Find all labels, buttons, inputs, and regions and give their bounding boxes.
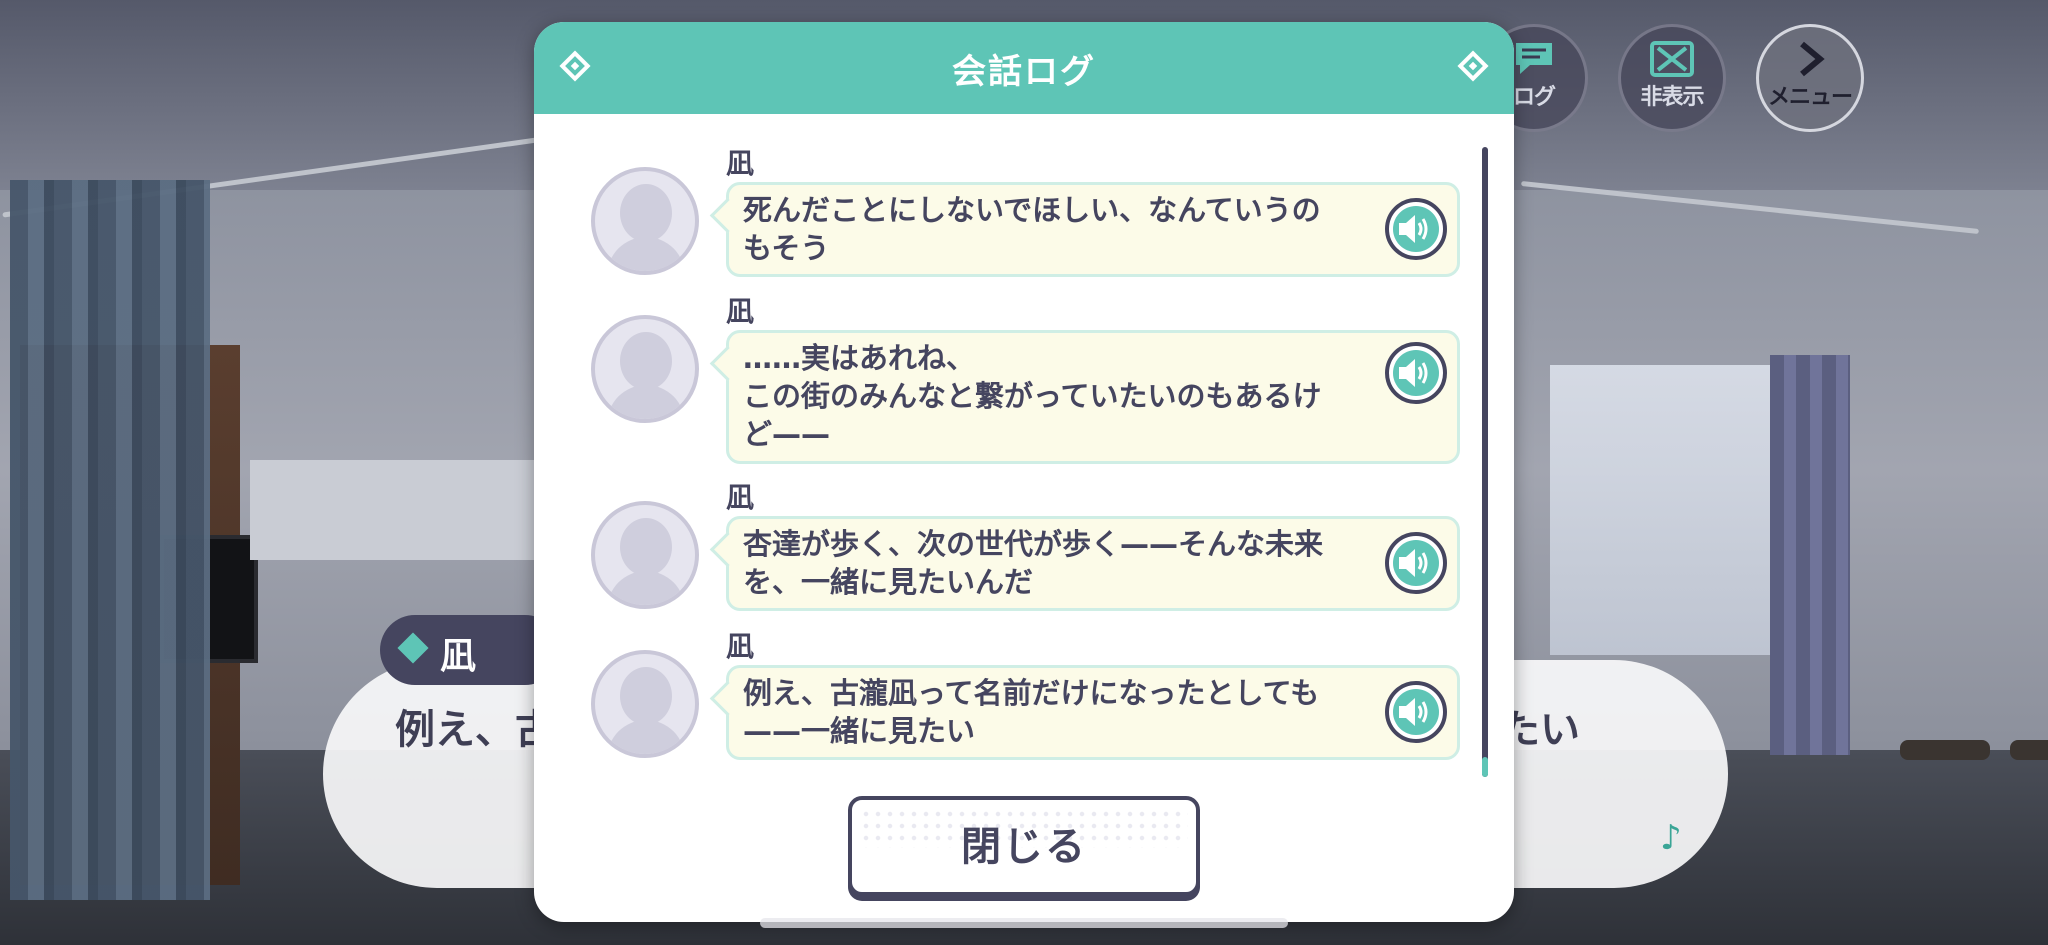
message-text-left: 例え、古 (395, 707, 555, 753)
avatar (591, 315, 699, 423)
log-text: 杏達が歩く、次の世代が歩く——そんな未来 を、一緒に見たいんだ (743, 527, 1324, 599)
speaker-icon (1399, 698, 1428, 726)
speaker-name: 凪 (726, 481, 755, 514)
conversation-log-dialog: 会話ログ 凪 死んだことにしないでほしい、なんていうの もそう 凪 ……実はあれ… (534, 22, 1514, 922)
log-bubble: 死んだことにしないでほしい、なんていうの もそう (726, 182, 1460, 277)
x-box-icon (1650, 41, 1694, 77)
voice-play-button[interactable] (1385, 198, 1447, 260)
speaker-icon (1399, 549, 1428, 577)
avatar (591, 650, 699, 758)
dialog-title: 会話ログ (952, 52, 1096, 92)
avatar (591, 167, 699, 275)
menu-button-label: メニュー (1767, 85, 1853, 110)
avatar (591, 501, 699, 609)
log-text: ……実はあれね、 この街のみんなと繋がっていたいのもあるけ ど—— (743, 341, 1322, 451)
stool (1900, 740, 1990, 760)
voice-play-button[interactable] (1385, 532, 1447, 594)
stool (2010, 740, 2048, 760)
scrollbar-track[interactable] (1482, 147, 1488, 777)
hide-button[interactable]: 非表示 (1618, 24, 1726, 132)
home-indicator[interactable] (760, 918, 1288, 928)
speaker-name: 凪 (726, 147, 755, 180)
voice-play-button[interactable] (1385, 342, 1447, 404)
speaker-name: 凪 (726, 630, 755, 663)
log-bubble: 例え、古瀧凪って名前だけになったとしても ——一緒に見たい (726, 665, 1460, 760)
log-bubble: 杏達が歩く、次の世代が歩く——そんな未来 を、一緒に見たいんだ (726, 516, 1460, 611)
speaker-icon (1399, 215, 1428, 243)
hospital-window (1550, 365, 1770, 655)
bed-wall-panel (250, 460, 550, 560)
log-text: 死んだことにしないでほしい、なんていうの もそう (743, 193, 1321, 265)
dialog-header: 会話ログ (534, 22, 1514, 114)
voice-play-button[interactable] (1385, 681, 1447, 743)
right-curtain (1770, 355, 1850, 755)
scrollbar-thumb[interactable] (1482, 757, 1488, 777)
menu-button[interactable]: メニュー (1756, 24, 1864, 132)
close-button[interactable]: 閉じる (848, 796, 1200, 896)
speaker-name: 凪 (726, 295, 755, 328)
message-nameplate: 凪 (380, 615, 560, 685)
left-curtain (10, 180, 210, 900)
log-bubble: ……実はあれね、 この街のみんなと繋がっていたいのもあるけ ど—— (726, 330, 1460, 464)
chevron-right-icon (1800, 41, 1825, 77)
music-note-icon[interactable]: ♪ (1660, 818, 1682, 858)
speaker-icon (1399, 359, 1428, 387)
close-button-label: 閉じる (961, 824, 1087, 870)
message-speaker: 凪 (440, 636, 477, 677)
log-text: 例え、古瀧凪って名前だけになったとしても ——一緒に見たい (743, 676, 1320, 748)
diamond-icon (397, 632, 429, 664)
hide-button-label: 非表示 (1640, 85, 1704, 110)
speech-bubble-icon (1516, 43, 1552, 74)
